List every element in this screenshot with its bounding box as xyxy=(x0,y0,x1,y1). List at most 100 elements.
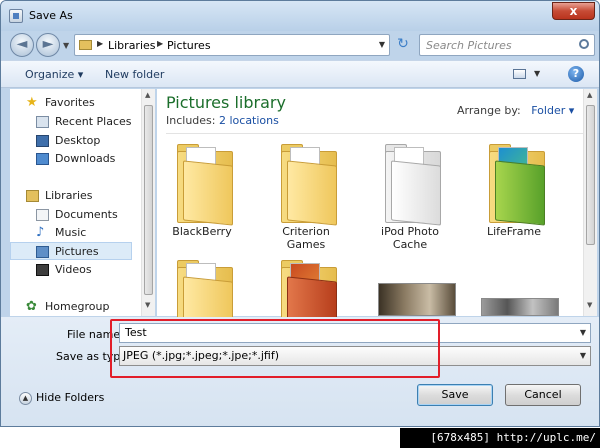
downloads-icon xyxy=(36,153,49,165)
library-title: Pictures library xyxy=(166,93,286,112)
sidebar-item-label: Libraries xyxy=(45,189,93,202)
chevron-right-icon[interactable]: ▶ xyxy=(157,39,163,48)
change-view-icon[interactable] xyxy=(513,69,526,79)
folder-icon xyxy=(177,141,233,226)
sidebar-item-pictures[interactable]: Pictures xyxy=(10,242,132,260)
navigation-scrollbar[interactable]: ▲ ▼ xyxy=(141,89,155,316)
save-as-type-dropdown-icon[interactable]: ▼ xyxy=(580,347,586,365)
includes-label: Includes: xyxy=(166,114,216,127)
image-size-watermark: [678x485] http://uplc.me/ xyxy=(400,428,600,448)
sidebar-item-music[interactable]: ♪ Music xyxy=(10,224,132,242)
sidebar-item-favorites[interactable]: ★ Favorites xyxy=(10,94,132,112)
window-icon xyxy=(9,9,23,23)
breadcrumb-pictures[interactable]: Pictures xyxy=(167,39,211,52)
arrange-by-value: Folder xyxy=(531,104,566,117)
hide-folders-button[interactable]: ▲ Hide Folders xyxy=(19,391,104,405)
refresh-icon[interactable]: ↻ xyxy=(393,34,413,56)
videos-icon xyxy=(36,264,49,276)
sidebar-item-homegroup[interactable]: ✿ Homegroup xyxy=(10,298,132,316)
chevron-down-icon: ▾ xyxy=(568,104,575,117)
scrollbar-thumb[interactable] xyxy=(144,105,153,295)
folder-name: BlackBerry xyxy=(172,225,232,238)
view-options-dropdown-icon[interactable]: ▼ xyxy=(534,69,540,78)
locations-link[interactable]: 2 locations xyxy=(219,114,279,127)
file-name-dropdown-icon[interactable]: ▼ xyxy=(580,324,586,342)
sidebar-item-label: Homegroup xyxy=(45,300,110,313)
new-folder-button[interactable]: New folder xyxy=(105,68,164,81)
sidebar-item-label: Pictures xyxy=(55,245,99,258)
navigation-pane: ★ Favorites Recent Places Desktop Downlo… xyxy=(10,89,155,316)
photo-thumbnail[interactable] xyxy=(378,283,456,316)
arrange-by: Arrange by: Folder ▾ xyxy=(457,104,574,117)
help-icon[interactable]: ? xyxy=(568,66,584,82)
sidebar-item-recent-places[interactable]: Recent Places xyxy=(10,113,132,131)
save-options-panel: File name: Test ▼ Save as type: JPEG (*.… xyxy=(1,317,599,426)
search-icon xyxy=(579,39,589,49)
address-dropdown-icon[interactable]: ▼ xyxy=(379,40,385,49)
search-input[interactable]: Search Pictures xyxy=(419,34,595,56)
scroll-up-icon[interactable]: ▲ xyxy=(145,91,150,99)
organize-button[interactable]: Organize ▾ xyxy=(25,68,83,81)
recent-pages-dropdown-icon[interactable]: ▼ xyxy=(63,41,69,50)
sidebar-item-label: Favorites xyxy=(45,96,95,109)
arrange-by-dropdown[interactable]: Folder ▾ xyxy=(531,104,574,117)
navigation-bar: ◄ ► ▼ ▶ Libraries ▶ Pictures ▼ ↻ Search … xyxy=(1,31,599,59)
folder-icon xyxy=(79,40,92,50)
recent-places-icon xyxy=(36,116,49,128)
folder-name: LifeFrame xyxy=(486,225,542,238)
scrollbar-thumb[interactable] xyxy=(586,105,595,245)
highlight-annotation xyxy=(110,319,440,378)
save-as-dialog: Save As x ◄ ► ▼ ▶ Libraries ▶ Pictures ▼… xyxy=(0,0,600,427)
scroll-down-icon[interactable]: ▼ xyxy=(587,301,592,309)
folder-item[interactable]: LifeFrame xyxy=(471,141,557,241)
sidebar-item-videos[interactable]: Videos xyxy=(10,261,132,279)
music-icon: ♪ xyxy=(36,225,45,240)
file-list-pane: Pictures library Includes: 2 locations A… xyxy=(157,89,597,342)
command-bar: Organize ▾ New folder ▼ ? xyxy=(1,60,599,88)
folder-item[interactable]: BlackBerry xyxy=(159,141,245,241)
folder-icon xyxy=(281,141,337,226)
photo-thumbnail[interactable] xyxy=(481,298,559,316)
save-button[interactable]: Save xyxy=(417,384,493,406)
desktop-icon xyxy=(36,135,49,147)
cancel-button[interactable]: Cancel xyxy=(505,384,581,406)
arrange-by-label: Arrange by: xyxy=(457,104,521,117)
sidebar-item-documents[interactable]: Documents xyxy=(10,206,132,224)
chevron-up-icon: ▲ xyxy=(19,391,32,405)
homegroup-icon: ✿ xyxy=(26,299,37,314)
sidebar-item-desktop[interactable]: Desktop xyxy=(10,132,132,150)
scroll-up-icon[interactable]: ▲ xyxy=(587,91,592,99)
sidebar-item-label: Desktop xyxy=(55,134,101,147)
folder-name: Criterion Games xyxy=(282,225,330,251)
file-list-scrollbar[interactable]: ▲ ▼ xyxy=(583,89,597,316)
sidebar-item-label: Videos xyxy=(55,263,92,276)
sidebar-item-libraries[interactable]: Libraries xyxy=(10,187,132,205)
folder-icon xyxy=(385,141,441,226)
pictures-icon xyxy=(36,246,49,258)
hide-folders-label: Hide Folders xyxy=(36,391,105,404)
sidebar-item-label: Recent Places xyxy=(55,115,132,128)
title-bar[interactable]: Save As x xyxy=(1,1,599,31)
sidebar-item-label: Downloads xyxy=(55,152,116,165)
sidebar-item-label: Documents xyxy=(55,208,118,221)
sidebar-item-downloads[interactable]: Downloads xyxy=(10,150,132,168)
search-placeholder: Search Pictures xyxy=(426,39,512,52)
folder-item[interactable]: iPod Photo Cache xyxy=(367,141,453,251)
window-title: Save As xyxy=(29,9,73,22)
divider xyxy=(166,133,586,134)
forward-button[interactable]: ► xyxy=(36,33,60,57)
close-button[interactable]: x xyxy=(552,2,595,20)
chevron-right-icon[interactable]: ▶ xyxy=(97,39,103,48)
breadcrumb-libraries[interactable]: Libraries xyxy=(108,39,156,52)
sidebar-item-label: Music xyxy=(55,226,87,239)
star-icon: ★ xyxy=(26,95,38,110)
folder-name: iPod Photo Cache xyxy=(381,225,439,251)
folder-icon xyxy=(489,141,545,226)
folder-item[interactable]: Criterion Games xyxy=(263,141,349,251)
library-includes: Includes: 2 locations xyxy=(166,114,279,127)
scroll-down-icon[interactable]: ▼ xyxy=(145,301,150,309)
library-icon xyxy=(26,190,39,202)
documents-icon xyxy=(36,209,49,221)
address-bar[interactable]: ▶ Libraries ▶ Pictures ▼ xyxy=(74,34,390,56)
back-button[interactable]: ◄ xyxy=(10,33,34,57)
